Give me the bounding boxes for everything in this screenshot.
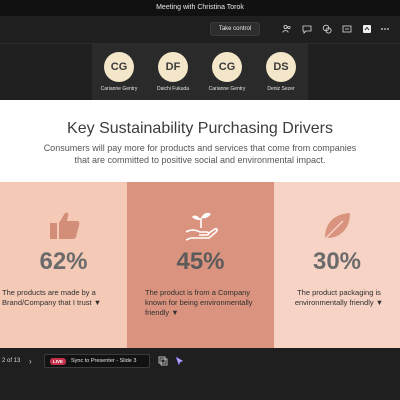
participant-tile[interactable]: CG Carianne Gentry <box>92 44 146 100</box>
slide-subtitle: Consumers will pay more for products and… <box>43 143 357 165</box>
avatar: DF <box>158 52 188 82</box>
next-slide-icon[interactable]: › <box>29 357 32 366</box>
participant-name: Carianne Gentry <box>100 86 138 92</box>
breakout-icon[interactable] <box>342 24 352 34</box>
stat-panel: 30% The product packaging is environment… <box>274 182 400 348</box>
participant-name: Deniz Sezer <box>267 86 295 92</box>
presentation-controls: 2 of 13 › LIVE Sync to Presenter - Slide… <box>0 348 400 400</box>
participant-tile[interactable]: CG Carianne Gentry <box>200 44 254 100</box>
avatar: DS <box>266 52 296 82</box>
sync-to-presenter-button[interactable]: LIVE Sync to Presenter - Slide 3 <box>44 354 150 368</box>
avatar: CG <box>212 52 242 82</box>
camera-icon[interactable] <box>380 24 390 34</box>
stat-panel: 62% The products are made by a Brand/Com… <box>0 182 127 348</box>
copy-icon[interactable] <box>158 356 168 366</box>
sync-label: Sync to Presenter - Slide 3 <box>71 358 137 364</box>
stat-description: The product is from a Company known for … <box>145 288 253 317</box>
cursor-icon <box>175 356 185 366</box>
stat-description: The products are made by a Brand/Company… <box>2 288 102 307</box>
stat-panel: 45% The product is from a Company known … <box>127 182 274 348</box>
participant-tile[interactable]: DS Deniz Sezer <box>254 44 308 100</box>
stat-value: 62% <box>39 248 88 275</box>
chat-icon[interactable] <box>302 24 312 34</box>
slide-pager: 2 of 13 <box>2 358 21 364</box>
window-title: Meeting with Christina Torok <box>0 0 400 16</box>
participant-name: Carianne Gentry <box>208 86 246 92</box>
stat-value: 30% <box>312 248 362 275</box>
participant-name: Daichi Fukuda <box>157 86 189 92</box>
people-icon[interactable] <box>282 24 292 34</box>
avatar: CG <box>104 52 134 82</box>
thumbs-up-icon <box>46 208 82 244</box>
live-badge: LIVE <box>50 358 66 365</box>
participant-tile[interactable]: DF Daichi Fukuda <box>146 44 200 100</box>
slide-title: Key Sustainability Purchasing Drivers <box>67 120 333 137</box>
meeting-window: Meeting with Christina Torok Take contro… <box>0 0 400 400</box>
stat-description: The product packaging is environmentally… <box>294 288 384 307</box>
stat-value: 45% <box>176 248 225 275</box>
leaf-icon <box>319 208 355 244</box>
more-icon[interactable] <box>362 24 372 34</box>
reactions-icon[interactable] <box>322 24 332 34</box>
take-control-button[interactable]: Take control <box>210 22 260 36</box>
hand-plant-icon <box>183 208 219 244</box>
presentation-slide: Key Sustainability Purchasing Drivers Co… <box>0 100 400 348</box>
participant-strip: CG Carianne Gentry DF Daichi Fukuda CG C… <box>92 44 308 100</box>
meeting-toolbar <box>0 16 400 44</box>
